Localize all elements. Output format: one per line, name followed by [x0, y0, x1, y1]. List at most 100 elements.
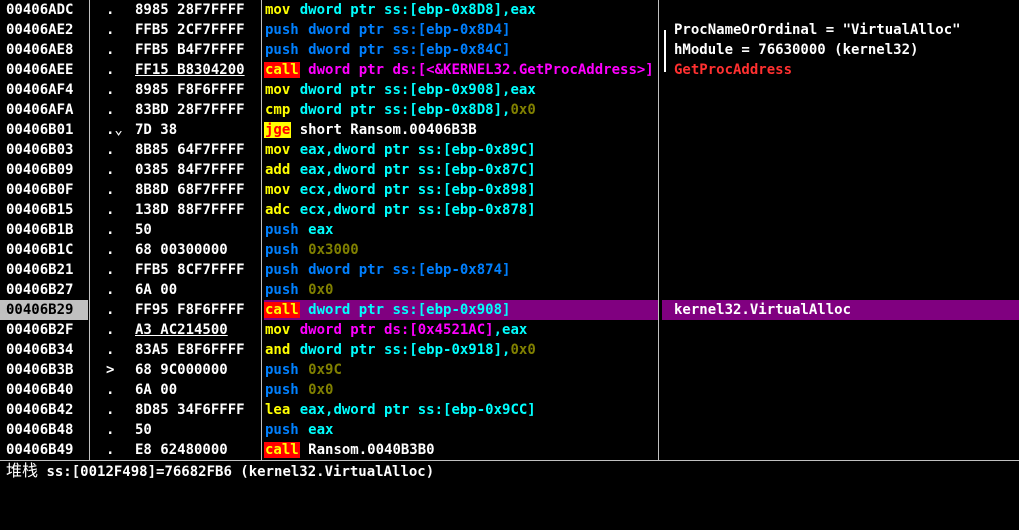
- comment-cell[interactable]: kernel32.VirtualAlloc: [662, 300, 1019, 320]
- address-cell[interactable]: 00406B2F: [0, 320, 88, 340]
- comment-cell[interactable]: [662, 260, 1019, 280]
- hex-bytes-cell[interactable]: A3 AC214500: [135, 320, 261, 340]
- disasm-row[interactable]: 00406B3B >68 9C000000 push 0x9C: [0, 360, 1019, 380]
- instruction-cell[interactable]: call dword ptr ss:[ebp-0x908]: [264, 300, 658, 320]
- disasm-row[interactable]: 00406AE8. FFB5 B4F7FFFF push dword ptr ss:…: [0, 40, 1019, 60]
- address-cell[interactable]: 00406B42: [0, 400, 88, 420]
- address-cell[interactable]: 00406AE8: [0, 40, 88, 60]
- hex-bytes-cell[interactable]: 50: [135, 420, 261, 440]
- hex-bytes-cell[interactable]: 8D85 34F6FFFF: [135, 400, 261, 420]
- instruction-cell[interactable]: push 0x0: [264, 380, 658, 400]
- instruction-cell[interactable]: mov ecx,dword ptr ss:[ebp-0x898]: [264, 180, 658, 200]
- hex-bytes-cell[interactable]: FFB5 2CF7FFFF: [135, 20, 261, 40]
- hex-bytes-cell[interactable]: 6A 00: [135, 380, 261, 400]
- address-cell[interactable]: 00406B29: [0, 300, 88, 320]
- disasm-row[interactable]: 00406AFA. 83BD 28F7FFFF cmp dword ptr ss:[…: [0, 100, 1019, 120]
- hex-bytes-cell[interactable]: FFB5 B4F7FFFF: [135, 40, 261, 60]
- instruction-cell[interactable]: mov eax,dword ptr ss:[ebp-0x89C]: [264, 140, 658, 160]
- instruction-cell[interactable]: push 0x0: [264, 280, 658, 300]
- instruction-cell[interactable]: add eax,dword ptr ss:[ebp-0x87C]: [264, 160, 658, 180]
- disasm-row[interactable]: 00406B1C. 68 00300000 push 0x3000: [0, 240, 1019, 260]
- hex-bytes-cell[interactable]: 8B8D 68F7FFFF: [135, 180, 261, 200]
- hex-bytes-cell[interactable]: 83BD 28F7FFFF: [135, 100, 261, 120]
- disasm-row[interactable]: 00406B27. 6A 00 push 0x0: [0, 280, 1019, 300]
- hex-bytes-cell[interactable]: 7D 38: [135, 120, 261, 140]
- comment-cell[interactable]: [662, 360, 1019, 380]
- disasm-row[interactable]: 00406B48. 50 push eax: [0, 420, 1019, 440]
- address-cell[interactable]: 00406B15: [0, 200, 88, 220]
- hex-bytes-cell[interactable]: 83A5 E8F6FFFF: [135, 340, 261, 360]
- instruction-cell[interactable]: push 0x3000: [264, 240, 658, 260]
- hex-bytes-cell[interactable]: E8 62480000: [135, 440, 261, 460]
- disasm-row[interactable]: 00406AEE. FF15 B8304200 call dword ptr ds:…: [0, 60, 1019, 80]
- comment-cell[interactable]: GetProcAddress: [662, 60, 1019, 80]
- address-cell[interactable]: 00406B1C: [0, 240, 88, 260]
- address-cell[interactable]: 00406B48: [0, 420, 88, 440]
- instruction-cell[interactable]: push dword ptr ss:[ebp-0x84C]: [264, 40, 658, 60]
- comment-cell[interactable]: [662, 340, 1019, 360]
- instruction-cell[interactable]: mov dword ptr ss:[ebp-0x8D8],eax: [264, 0, 658, 20]
- disasm-row[interactable]: 00406B49. E8 62480000 call Ransom.0040B3B0: [0, 440, 1019, 460]
- address-cell[interactable]: 00406B1B: [0, 220, 88, 240]
- address-cell[interactable]: 00406B21: [0, 260, 88, 280]
- hex-bytes-cell[interactable]: 8985 28F7FFFF: [135, 0, 261, 20]
- comment-cell[interactable]: [662, 180, 1019, 200]
- disasm-row[interactable]: 00406B09. 0385 84F7FFFF add eax,dword ptr …: [0, 160, 1019, 180]
- disasm-row[interactable]: 00406B42. 8D85 34F6FFFF lea eax,dword ptr …: [0, 400, 1019, 420]
- hex-bytes-cell[interactable]: 0385 84F7FFFF: [135, 160, 261, 180]
- address-cell[interactable]: 00406B27: [0, 280, 88, 300]
- address-cell[interactable]: 00406AEE: [0, 60, 88, 80]
- address-cell[interactable]: 00406B34: [0, 340, 88, 360]
- address-cell[interactable]: 00406B09: [0, 160, 88, 180]
- instruction-cell[interactable]: lea eax,dword ptr ss:[ebp-0x9CC]: [264, 400, 658, 420]
- address-cell[interactable]: 00406ADC: [0, 0, 88, 20]
- disasm-row[interactable]: 00406B03. 8B85 64F7FFFF mov eax,dword ptr …: [0, 140, 1019, 160]
- address-cell[interactable]: 00406AE2: [0, 20, 88, 40]
- instruction-cell[interactable]: mov dword ptr ds:[0x4521AC],eax: [264, 320, 658, 340]
- address-cell[interactable]: 00406B03: [0, 140, 88, 160]
- address-cell[interactable]: 00406B01: [0, 120, 88, 140]
- comment-cell[interactable]: ProcNameOrOrdinal = "VirtualAlloc": [662, 20, 1019, 40]
- comment-cell[interactable]: [662, 420, 1019, 440]
- address-cell[interactable]: 00406B40: [0, 380, 88, 400]
- instruction-cell[interactable]: push 0x9C: [264, 360, 658, 380]
- instruction-cell[interactable]: push eax: [264, 220, 658, 240]
- hex-bytes-cell[interactable]: 50: [135, 220, 261, 240]
- comment-cell[interactable]: [662, 0, 1019, 20]
- hex-bytes-cell[interactable]: 6A 00: [135, 280, 261, 300]
- instruction-cell[interactable]: push eax: [264, 420, 658, 440]
- address-cell[interactable]: 00406B3B: [0, 360, 88, 380]
- hex-bytes-cell[interactable]: FF15 B8304200: [135, 60, 261, 80]
- comment-cell[interactable]: [662, 320, 1019, 340]
- hex-bytes-cell[interactable]: 68 9C000000: [135, 360, 261, 380]
- comment-cell[interactable]: [662, 400, 1019, 420]
- disasm-row[interactable]: 00406ADC. 8985 28F7FFFF mov dword ptr ss:[…: [0, 0, 1019, 20]
- instruction-cell[interactable]: call dword ptr ds:[<&KERNEL32.GetProcAdd…: [264, 60, 658, 80]
- disasm-row-selected[interactable]: 00406B29. FF95 F8F6FFFF call dword ptr ss:…: [0, 300, 1019, 320]
- disasm-row[interactable]: 00406B0F. 8B8D 68F7FFFF mov ecx,dword ptr …: [0, 180, 1019, 200]
- instruction-cell[interactable]: mov dword ptr ss:[ebp-0x908],eax: [264, 80, 658, 100]
- instruction-cell[interactable]: adc ecx,dword ptr ss:[ebp-0x878]: [264, 200, 658, 220]
- instruction-cell[interactable]: call Ransom.0040B3B0: [264, 440, 658, 460]
- disasm-row[interactable]: 00406B40. 6A 00 push 0x0: [0, 380, 1019, 400]
- comment-cell[interactable]: [662, 160, 1019, 180]
- comment-cell[interactable]: [662, 280, 1019, 300]
- hex-bytes-cell[interactable]: FF95 F8F6FFFF: [135, 300, 261, 320]
- instruction-cell[interactable]: push dword ptr ss:[ebp-0x8D4]: [264, 20, 658, 40]
- disasm-row[interactable]: 00406B34. 83A5 E8F6FFFF and dword ptr ss:[…: [0, 340, 1019, 360]
- comment-cell[interactable]: [662, 380, 1019, 400]
- comment-cell[interactable]: hModule = 76630000 (kernel32): [662, 40, 1019, 60]
- disasm-row[interactable]: 00406B01 .⌄ 7D 38 jge short Ransom.00406B3B: [0, 120, 1019, 140]
- hex-bytes-cell[interactable]: 8985 F8F6FFFF: [135, 80, 261, 100]
- comment-cell[interactable]: [662, 120, 1019, 140]
- address-cell[interactable]: 00406B49: [0, 440, 88, 460]
- disassembly-view[interactable]: 00406ADC. 8985 28F7FFFF mov dword ptr ss:[…: [0, 0, 1019, 460]
- disasm-row[interactable]: 00406AF4. 8985 F8F6FFFF mov dword ptr ss:[…: [0, 80, 1019, 100]
- disasm-row[interactable]: 00406B2F. A3 AC214500 mov dword ptr ds:[0x…: [0, 320, 1019, 340]
- instruction-cell[interactable]: jge short Ransom.00406B3B: [264, 120, 658, 140]
- instruction-cell[interactable]: and dword ptr ss:[ebp-0x918],0x0: [264, 340, 658, 360]
- address-cell[interactable]: 00406B0F: [0, 180, 88, 200]
- disasm-row[interactable]: 00406B21. FFB5 8CF7FFFF push dword ptr ss:…: [0, 260, 1019, 280]
- comment-cell[interactable]: [662, 80, 1019, 100]
- disasm-row[interactable]: 00406B15. 138D 88F7FFFF adc ecx,dword ptr …: [0, 200, 1019, 220]
